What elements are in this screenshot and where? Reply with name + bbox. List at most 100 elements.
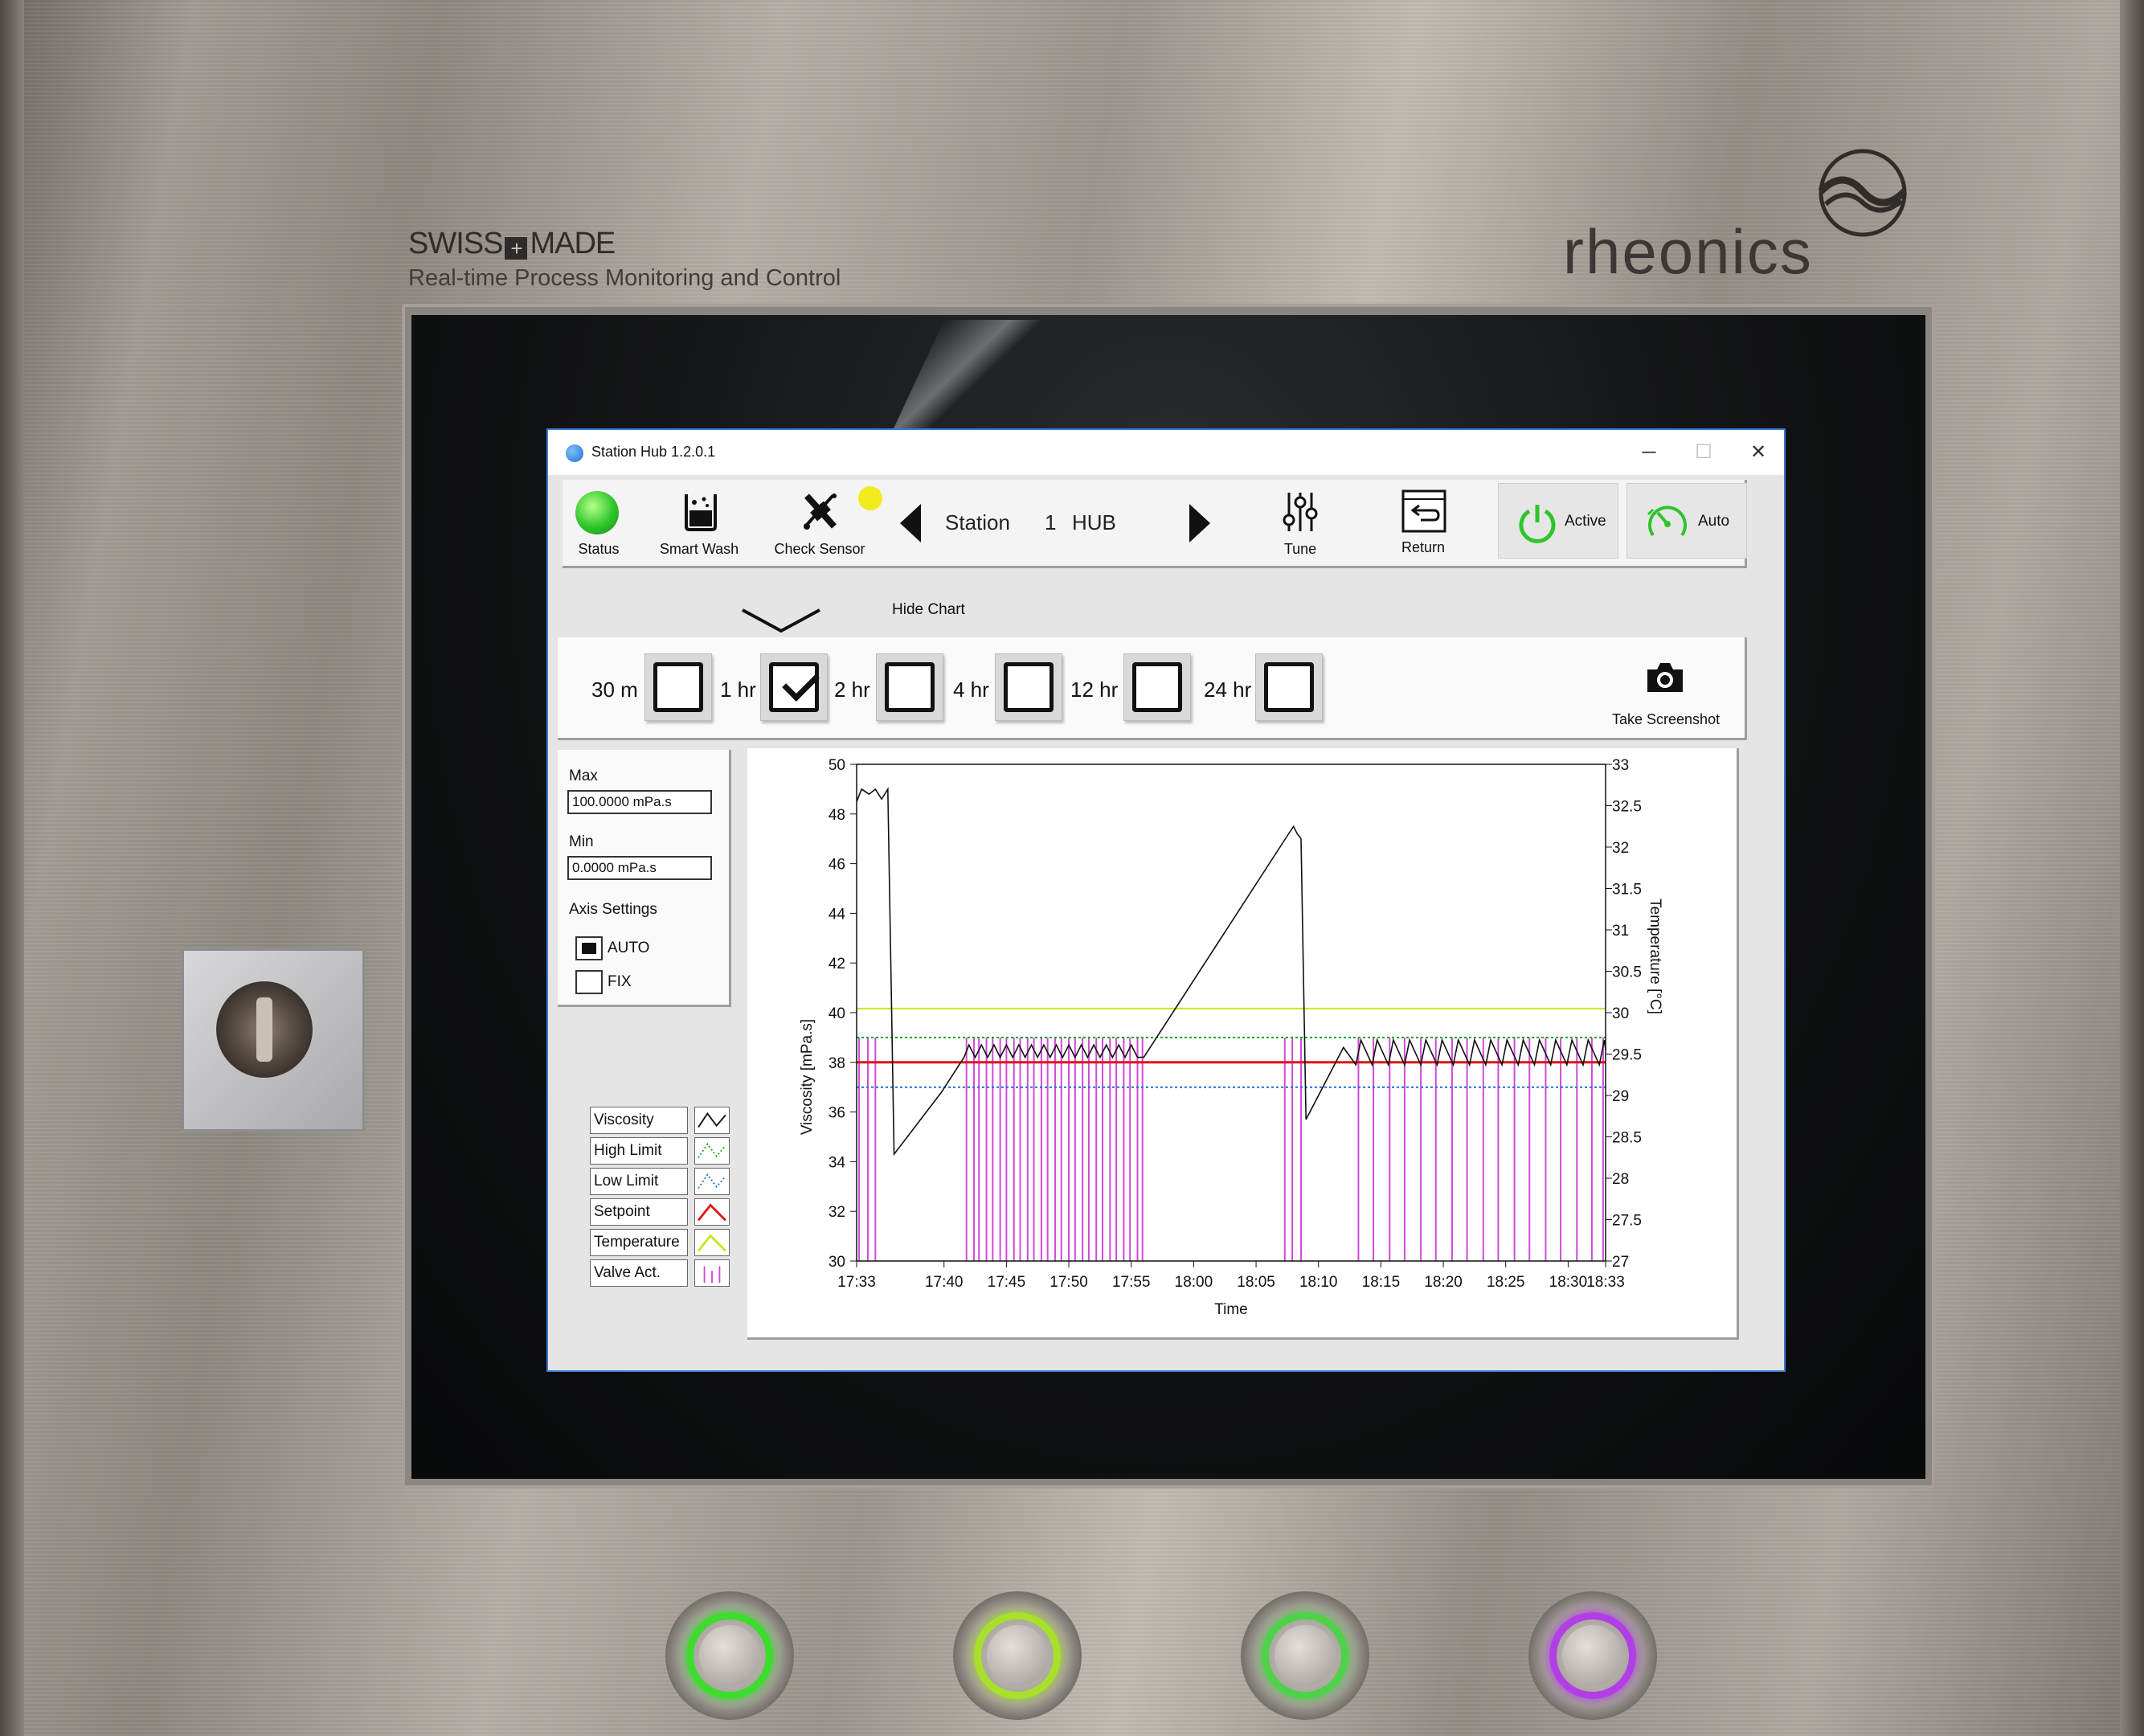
toolbar: Status Smart Wash Check Sensor Station 1… (563, 480, 1747, 568)
hide-chart-label[interactable]: Hide Chart (892, 601, 965, 619)
time-range-bar: 30 m 1 hr 2 hr 4 hr 12 hr 24 hr Take Screensh… (558, 637, 1747, 740)
legend-item-name: Viscosity (590, 1107, 688, 1134)
smart-wash-label: Smart Wash (659, 541, 739, 557)
status-button[interactable]: Status (563, 480, 635, 563)
status-indicator-icon (575, 491, 619, 534)
active-label: Active (1565, 513, 1606, 530)
x-tick-label: 18:30 (1549, 1274, 1588, 1291)
y2-tick-label: 30 (1612, 1005, 1629, 1022)
checkbox-box (1004, 662, 1054, 712)
push-button-cap (1562, 1625, 1623, 1686)
time-range-label: 30 m (591, 678, 638, 702)
tune-button[interactable]: Tune (1268, 480, 1332, 563)
auto-label: Auto (1698, 513, 1730, 530)
brand-name: rheonics (1563, 216, 1813, 287)
fix-checkbox[interactable] (575, 970, 603, 994)
fix-label: FIX (608, 973, 632, 990)
sensor-icon (804, 493, 837, 530)
legend-item[interactable]: Low Limit (590, 1168, 733, 1198)
time-range-checkbox[interactable] (1255, 653, 1323, 721)
take-screenshot-label[interactable]: Take Screenshot (1612, 711, 1720, 728)
time-range-label: 4 hr (953, 678, 989, 702)
time-range-checkbox[interactable] (995, 653, 1062, 721)
y-tick-label: 32 (829, 1204, 845, 1221)
checkbox-box (1264, 662, 1314, 712)
legend-item-name: High Limit (590, 1137, 688, 1165)
camera-icon[interactable] (1644, 660, 1686, 694)
check-sensor-button[interactable]: Check Sensor (763, 480, 882, 563)
y-tick-label: 50 (829, 757, 845, 774)
auto-label: AUTO (608, 940, 650, 956)
sliders-icon (1283, 493, 1318, 531)
legend-item[interactable]: Temperature (590, 1229, 733, 1259)
station-name: HUB (1072, 510, 1116, 534)
gauge-icon (1647, 506, 1687, 537)
axis-settings-panel: Max 100.0000 mPa.s Min 0.0000 mPa.s Axis… (558, 750, 731, 1007)
x-tick-label: 18:00 (1175, 1274, 1213, 1291)
y2-tick-label: 31 (1612, 923, 1629, 940)
swiss-made-label: SWISS + MADE (408, 227, 616, 260)
legend-item-name: Setpoint (590, 1198, 688, 1226)
push-button-3[interactable] (1241, 1591, 1369, 1720)
minimize-button[interactable]: ─ (1625, 436, 1673, 469)
push-button-4[interactable] (1528, 1591, 1657, 1720)
y2-axis-title: Temperature [°C] (1647, 899, 1663, 1014)
y2-tick-label: 30.5 (1612, 964, 1642, 981)
triangle-left-icon[interactable] (900, 504, 921, 542)
rheonics-logo-icon (1818, 149, 1908, 237)
x-tick-label: 18:33 (1586, 1274, 1625, 1291)
legend-item[interactable]: Setpoint (590, 1198, 733, 1229)
time-range-checkbox[interactable] (760, 653, 828, 721)
checkbox-box (653, 662, 703, 712)
x-tick-label: 17:40 (925, 1274, 964, 1291)
time-range-label: 2 hr (834, 678, 870, 702)
viscosity-line (856, 787, 1606, 1157)
station-number: 1 (1045, 510, 1057, 534)
active-button[interactable]: Active (1498, 483, 1618, 559)
auto-checkbox[interactable] (575, 936, 603, 960)
max-input[interactable]: 100.0000 mPa.s (567, 790, 712, 814)
time-range-checkbox[interactable] (876, 653, 943, 721)
key-lock[interactable] (182, 948, 365, 1132)
axis-settings-label: Axis Settings (569, 901, 657, 918)
time-range-checkbox[interactable] (644, 653, 712, 721)
min-input[interactable]: 0.0000 mPa.s (567, 856, 712, 880)
push-button-1[interactable] (665, 1591, 794, 1720)
triangle-right-icon[interactable] (1189, 504, 1210, 542)
chart-svg: 30 32 34 36 38 40 42 44 46 48 50 27 27.5 28 28.5 29 29.5… (799, 757, 1663, 1318)
swiss-cross-icon: + (505, 237, 528, 260)
time-range-checkbox[interactable] (1123, 653, 1191, 721)
y-tick-label: 34 (829, 1154, 846, 1171)
y2-tick-label: 32 (1612, 840, 1629, 857)
close-button[interactable]: ✕ (1734, 436, 1782, 469)
legend-item[interactable]: High Limit (590, 1137, 733, 1168)
check-sensor-label: Check Sensor (774, 541, 865, 557)
time-range-label: 24 hr (1204, 678, 1252, 702)
legend-item[interactable]: Valve Act. (590, 1259, 733, 1290)
y2-tick-label: 29.5 (1612, 1047, 1642, 1064)
app-icon (566, 444, 583, 462)
auto-button[interactable]: Auto (1626, 483, 1747, 559)
min-label: Min (569, 833, 594, 850)
maximize-button[interactable]: ☐ (1680, 436, 1728, 469)
time-range-label: 1 hr (720, 678, 756, 702)
chevron-down-icon[interactable] (741, 607, 821, 636)
x-tick-label: 18:10 (1299, 1274, 1338, 1291)
legend-swatch-icon (694, 1198, 730, 1226)
x-axis-title: Time (1214, 1301, 1248, 1318)
legend-item-name: Low Limit (590, 1168, 688, 1195)
tune-label: Tune (1283, 541, 1317, 557)
checkbox-box (885, 662, 935, 712)
return-button[interactable]: Return (1387, 480, 1459, 563)
legend-item[interactable]: Viscosity (590, 1107, 733, 1137)
x-tick-label: 18:05 (1237, 1274, 1275, 1291)
x-tick-label: 17:45 (988, 1274, 1026, 1291)
push-button-2[interactable] (953, 1591, 1082, 1720)
smart-wash-button[interactable]: Smart Wash (651, 480, 747, 563)
key-icon (216, 981, 313, 1078)
push-button-cap (1275, 1625, 1336, 1686)
y2-tick-label: 27.5 (1612, 1213, 1642, 1230)
title-bar: Station Hub 1.2.0.1 ─ ☐ ✕ (548, 430, 1784, 475)
status-label: Status (578, 541, 620, 557)
y2-tick-label: 33 (1612, 757, 1629, 774)
